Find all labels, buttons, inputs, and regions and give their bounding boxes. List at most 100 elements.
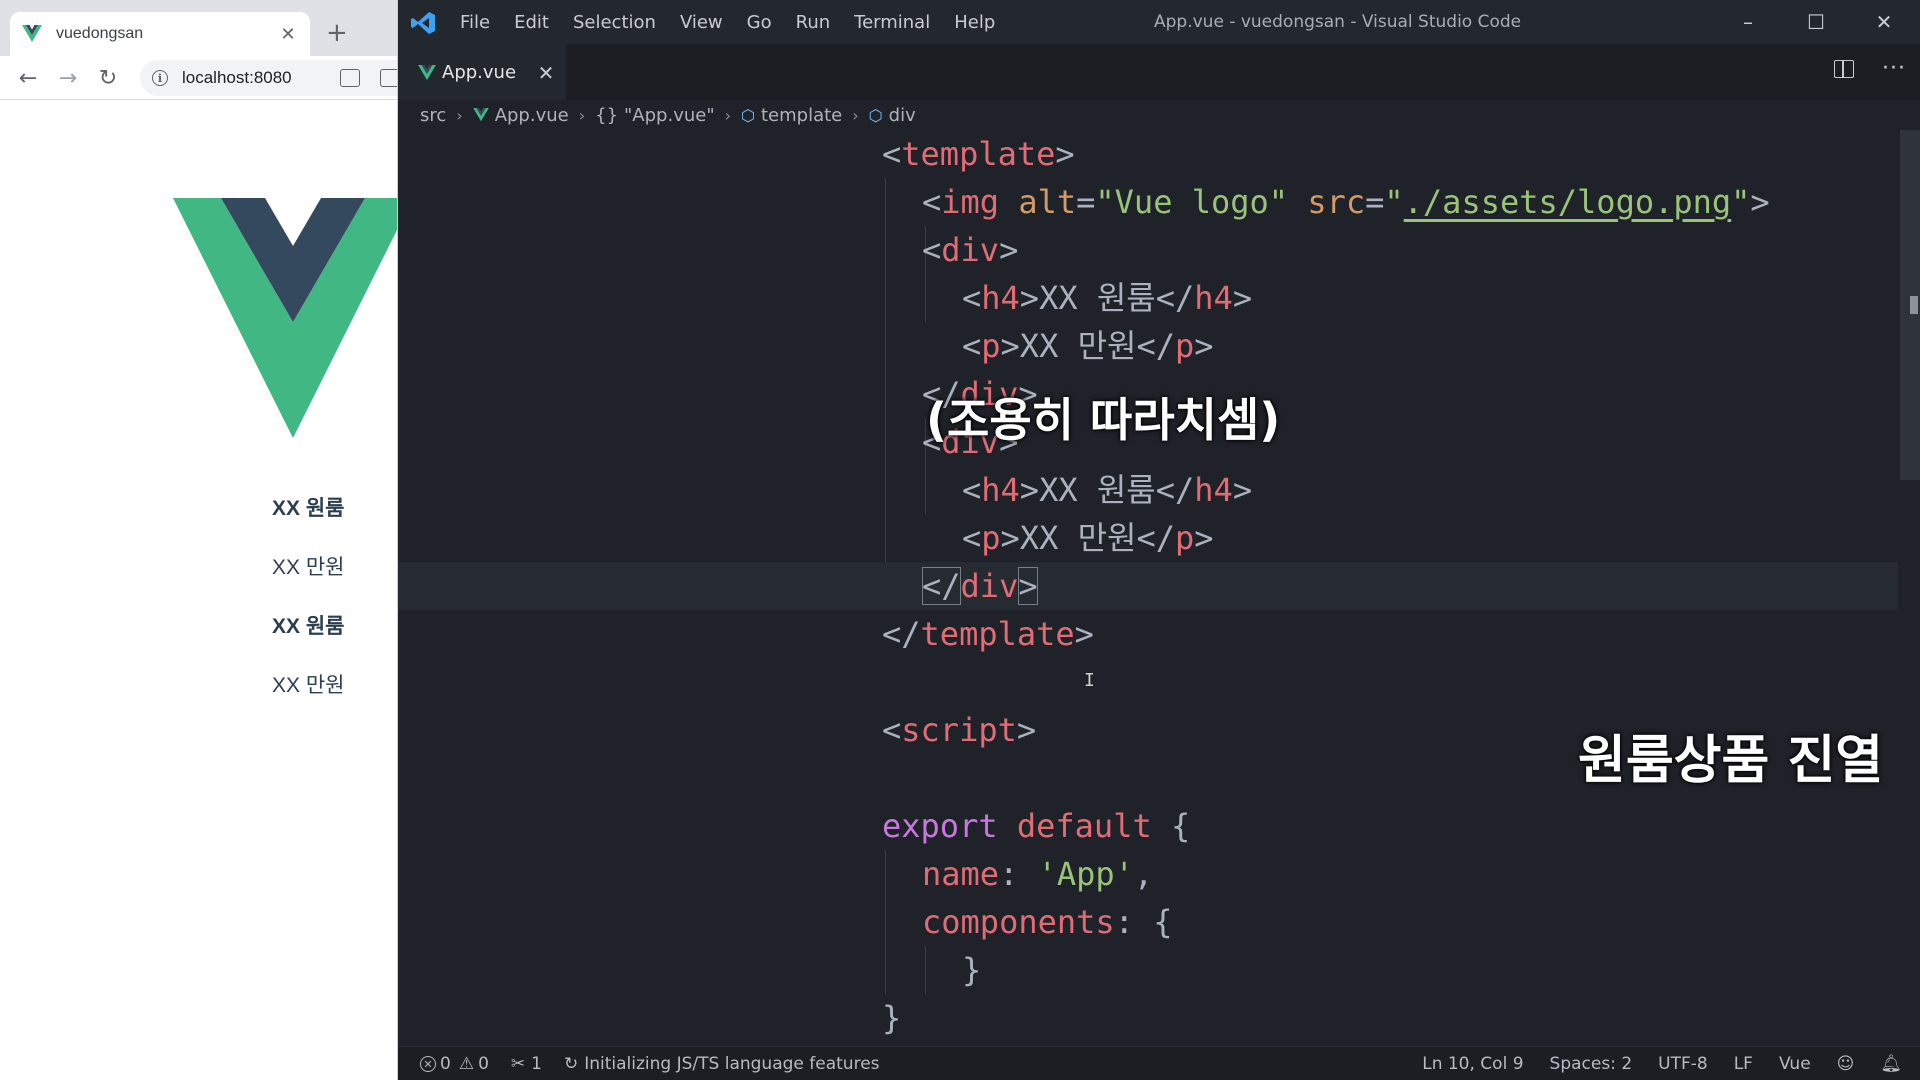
minimize-icon[interactable]: –	[1714, 0, 1782, 44]
browser-tab-title: vuedongsan	[56, 25, 144, 42]
breadcrumb: src › App.vue › {} "App.vue" › ⬡ templat…	[398, 100, 1920, 130]
code-line: </template>	[882, 615, 1094, 653]
breadcrumb-file[interactable]: App.vue	[495, 105, 569, 126]
bell-icon[interactable]: 🔔︎	[1880, 1054, 1902, 1074]
menu-edit[interactable]: Edit	[514, 12, 549, 33]
code-line: <h4>XX 원룸</h4>	[962, 279, 1253, 317]
text-cursor-icon: I	[1084, 670, 1095, 691]
maximize-icon[interactable]: ☐	[1782, 0, 1850, 44]
url-text: localhost:8080	[182, 68, 292, 87]
breadcrumb-template[interactable]: template	[761, 105, 842, 126]
warning-icon: ⚠	[458, 1054, 475, 1074]
overlay-caption: (조용히 따라치셈)	[926, 393, 1281, 447]
apps-icon[interactable]	[340, 69, 360, 87]
browser-toolbar: ← → ↻ i localhost:8080	[0, 56, 397, 100]
line-ending[interactable]: LF	[1734, 1054, 1753, 1074]
split-editor-icon[interactable]	[1834, 59, 1855, 78]
code-line: <img alt="Vue logo" src="./assets/logo.p…	[922, 183, 1770, 221]
code-line: <div>	[922, 231, 1019, 269]
close-icon[interactable]: ✕	[526, 61, 566, 85]
browser-window: vuedongsan ✕ + ← → ↻ i localhost:8080 XX…	[0, 0, 398, 1080]
code-line: <p>XX 만원</p>	[962, 327, 1214, 365]
chevron-right-icon: ›	[578, 105, 586, 125]
indent-guide	[885, 178, 886, 610]
tab-app-vue[interactable]: App.vue ✕	[398, 44, 566, 100]
menu-view[interactable]: View	[680, 12, 723, 33]
forward-arrow-icon[interactable]: →	[52, 62, 84, 94]
indentation[interactable]: Spaces: 2	[1550, 1054, 1633, 1074]
chevron-right-icon: ›	[852, 105, 859, 125]
ports-count: 1	[531, 1054, 542, 1074]
back-arrow-icon[interactable]: ←	[12, 62, 44, 94]
code-line: }	[882, 999, 902, 1037]
breadcrumb-src[interactable]: src	[420, 105, 446, 126]
window-title: App.vue - vuedongsan - Visual Studio Cod…	[1154, 12, 1522, 32]
title-bar: File Edit Selection View Go Run Terminal…	[398, 0, 1920, 44]
code-line: <script>	[882, 711, 1037, 749]
tools-icon: ✂	[510, 1054, 526, 1074]
cursor-position[interactable]: Ln 10, Col 9	[1422, 1054, 1523, 1074]
editor-actions: ···	[1834, 56, 1906, 81]
listing-price: XX 만원	[272, 674, 345, 697]
menu-file[interactable]: File	[460, 12, 490, 33]
ports-indicator[interactable]: ✂ 1	[511, 1054, 542, 1074]
translate-icon[interactable]	[380, 69, 397, 87]
editor-tab-bar: App.vue ✕ ···	[398, 44, 1920, 100]
braces-icon: {}	[595, 104, 619, 126]
indent-guide	[925, 946, 926, 994]
code-line: name: 'App',	[922, 855, 1154, 893]
menu-selection[interactable]: Selection	[573, 12, 656, 33]
menu-go[interactable]: Go	[747, 12, 772, 33]
code-line: <h4>XX 원룸</h4>	[962, 471, 1253, 509]
cube-icon: ⬡	[741, 105, 755, 125]
sync-icon: ↻	[563, 1054, 579, 1074]
vue-logo	[173, 198, 397, 438]
listing-title: XX 원룸	[272, 615, 345, 638]
feedback-icon[interactable]: ☺	[1837, 1054, 1855, 1074]
code-editor[interactable]: <template> <img alt="Vue logo" src="./as…	[398, 130, 1898, 1045]
vue-file-icon	[472, 108, 489, 122]
browser-tab[interactable]: vuedongsan ✕	[10, 12, 310, 56]
close-icon[interactable]: ✕	[278, 24, 298, 45]
error-icon: ✕	[420, 1056, 436, 1072]
info-icon[interactable]: i	[152, 70, 168, 86]
more-actions-icon[interactable]: ···	[1882, 56, 1906, 81]
code-line: export default {	[882, 807, 1191, 845]
listing-title: XX 원룸	[272, 497, 345, 520]
menu-run[interactable]: Run	[796, 12, 831, 33]
overlay-title: 원룸상품 진열	[1578, 731, 1884, 791]
language-mode[interactable]: Vue	[1779, 1054, 1811, 1074]
scroll-position-marker	[1910, 296, 1918, 314]
menu-terminal[interactable]: Terminal	[854, 12, 930, 33]
vue-favicon-icon	[22, 25, 42, 42]
code-line: }	[962, 951, 982, 989]
code-line: <template>	[882, 135, 1075, 173]
chevron-right-icon: ›	[456, 105, 463, 125]
reload-icon[interactable]: ↻	[92, 62, 124, 94]
problems-indicator[interactable]: ✕ 0 ⚠ 0	[420, 1054, 489, 1074]
tab-label: App.vue	[442, 62, 517, 83]
breadcrumb-module[interactable]: "App.vue"	[624, 105, 715, 126]
warning-count: 0	[478, 1054, 489, 1074]
listing-price: XX 만원	[272, 556, 345, 579]
vscode-window: File Edit Selection View Go Run Terminal…	[398, 0, 1920, 1080]
encoding[interactable]: UTF-8	[1658, 1054, 1708, 1074]
code-line: <p>XX 만원</p>	[962, 519, 1214, 557]
language-service-status[interactable]: ↻ Initializing JS/TS language features	[564, 1054, 880, 1074]
breadcrumb-div[interactable]: div	[889, 105, 916, 126]
file-path-link[interactable]: ./assets/logo.png	[1404, 183, 1732, 221]
vscode-logo-icon	[411, 12, 435, 34]
activity-text: Initializing JS/TS language features	[584, 1054, 880, 1074]
new-tab-button[interactable]: +	[326, 18, 348, 48]
error-count: 0	[440, 1054, 451, 1074]
browser-tabstrip: vuedongsan ✕ +	[0, 0, 397, 56]
menu-help[interactable]: Help	[954, 12, 995, 33]
indent-guide	[885, 850, 886, 994]
address-bar[interactable]: i localhost:8080	[140, 60, 397, 96]
close-window-icon[interactable]: ✕	[1850, 0, 1918, 44]
cube-icon: ⬡	[868, 105, 883, 125]
chevron-right-icon: ›	[724, 105, 732, 125]
menu-bar: File Edit Selection View Go Run Terminal…	[460, 0, 1019, 44]
rendered-page: XX 원룸 XX 만원 XX 원룸 XX 만원	[0, 100, 397, 1080]
status-bar: ✕ 0 ⚠ 0 ✂ 1 ↻ Initializing JS/TS languag…	[398, 1046, 1920, 1080]
